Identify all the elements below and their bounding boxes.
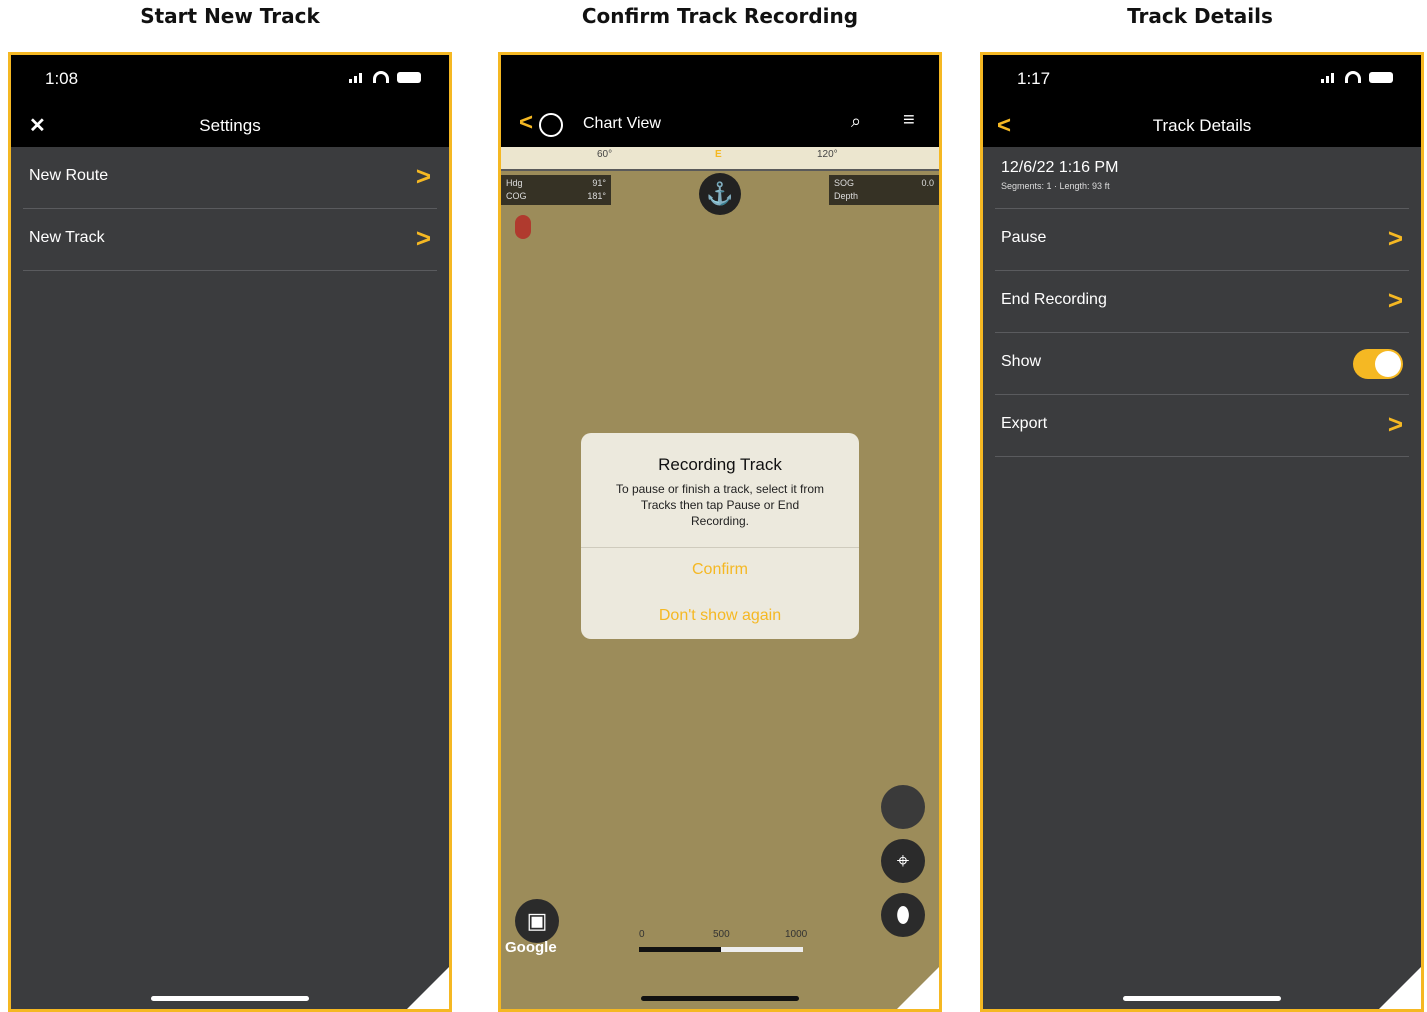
page-title: Settings <box>199 116 261 135</box>
list-item-end-recording[interactable]: End Recording > <box>995 271 1409 333</box>
recording-track-dialog: Recording Track To pause or finish a tra… <box>581 433 859 639</box>
list-item-new-track[interactable]: New Track > <box>23 209 437 271</box>
dialog-message: To pause or finish a track, select it fr… <box>615 482 825 528</box>
status-icons <box>349 71 421 83</box>
search-icon[interactable]: ⌕ <box>851 111 861 132</box>
status-icons <box>1321 71 1393 83</box>
corner-cut <box>894 964 939 1009</box>
caption-start-new-track: Start New Track <box>140 4 320 28</box>
signal-icon <box>349 71 365 83</box>
phone-track-details: 1:17 < Track Details 12/6/22 1:16 PM Seg… <box>980 52 1424 1012</box>
chevron-right-icon: > <box>415 223 431 253</box>
chevron-left-icon[interactable]: < <box>519 109 533 137</box>
track-header: 12/6/22 1:16 PM Segments: 1 · Length: 93… <box>995 147 1409 209</box>
cog-label: COG <box>506 191 527 201</box>
sog-box: SOG 0.0 Depth <box>829 175 939 205</box>
list-item-pause[interactable]: Pause > <box>995 209 1409 271</box>
layers-button[interactable] <box>881 785 925 829</box>
caption-track-details: Track Details <box>1127 4 1273 28</box>
dialog-divider <box>581 547 859 548</box>
show-toggle[interactable] <box>1353 349 1403 379</box>
list-item-export[interactable]: Export > <box>995 395 1409 457</box>
chevron-right-icon: > <box>1387 285 1403 315</box>
phone-settings: 1:08 ✕ Settings New Route > New Track > <box>8 52 452 1012</box>
list-item-label: Pause <box>1001 229 1047 246</box>
top-bar <box>501 55 939 147</box>
waypoint-button[interactable]: ▣ <box>515 899 559 943</box>
list-item-label: Export <box>1001 415 1048 432</box>
crosshair-icon[interactable]: ⌖ <box>881 839 925 883</box>
phone-chart-view: < Chart View ⌕ ≡ 60° E 120° Hdg 91° COG … <box>498 52 942 1012</box>
signal-icon <box>1321 71 1337 83</box>
heading-ruler: 60° E 120° <box>501 147 939 171</box>
close-icon[interactable]: ✕ <box>29 105 46 147</box>
track-title: 12/6/22 1:16 PM <box>1001 159 1119 176</box>
list-item-label: Show <box>1001 353 1042 370</box>
chevron-left-icon[interactable]: < <box>997 105 1011 147</box>
ruler-tick: 120° <box>817 149 838 160</box>
hdg-value: 91° <box>592 178 606 188</box>
dialog-title: Recording Track <box>658 455 782 474</box>
list-item-show: Show <box>995 333 1409 395</box>
nav-bar: < Track Details <box>983 105 1421 147</box>
wifi-icon <box>373 71 389 83</box>
hdg-label: Hdg <box>506 178 523 188</box>
status-bar: 1:08 <box>11 55 449 105</box>
chevron-right-icon: > <box>415 161 431 191</box>
caption-confirm-track-recording: Confirm Track Recording <box>581 4 859 28</box>
google-logo: Google <box>505 939 557 956</box>
menu-icon[interactable]: ≡ <box>903 109 915 132</box>
confirm-button[interactable]: Confirm <box>581 561 859 579</box>
status-time: 1:17 <box>1017 69 1051 88</box>
cog-value: 181° <box>587 191 606 201</box>
battery-icon <box>1369 71 1393 83</box>
list-item-label: New Route <box>29 167 109 184</box>
sog-label: SOG <box>834 178 855 188</box>
compass-icon[interactable] <box>539 113 563 137</box>
ruler-tick: 60° <box>597 149 613 160</box>
battery-icon <box>397 71 421 83</box>
ruler-tick: E <box>715 149 722 160</box>
scale-label: 0 <box>639 929 645 940</box>
page-title: Chart View <box>583 115 661 132</box>
sog-value: 0.0 <box>921 178 934 188</box>
heading-box: Hdg 91° COG 181° <box>501 175 611 205</box>
nav-bar: ✕ Settings <box>11 105 449 147</box>
chevron-right-icon: > <box>1387 409 1403 439</box>
toggle-knob <box>1375 351 1401 377</box>
scale-label: 1000 <box>785 929 808 940</box>
chevron-right-icon: > <box>1387 223 1403 253</box>
page-title: Track Details <box>1152 116 1252 135</box>
wifi-icon <box>1345 71 1361 83</box>
scale-bar-dark <box>639 947 721 952</box>
dont-show-again-button[interactable]: Don't show again <box>581 607 859 625</box>
boat-marker-icon <box>515 215 531 239</box>
list-item-label: End Recording <box>1001 291 1107 308</box>
list-item-label: New Track <box>29 229 105 246</box>
north-up-icon[interactable]: ⬮ <box>881 893 925 937</box>
corner-cut <box>404 964 449 1009</box>
status-time: 1:08 <box>45 69 79 88</box>
status-bar: 1:17 <box>983 55 1421 105</box>
depth-label: Depth <box>834 191 859 201</box>
scale-label: 500 <box>713 929 730 940</box>
anchor-icon[interactable]: ⚓ <box>699 173 741 215</box>
list-item-new-route[interactable]: New Route > <box>23 147 437 209</box>
corner-cut <box>1376 964 1421 1009</box>
scale-bar-light <box>721 947 803 952</box>
track-subtitle: Segments: 1 · Length: 93 ft <box>1001 181 1110 191</box>
